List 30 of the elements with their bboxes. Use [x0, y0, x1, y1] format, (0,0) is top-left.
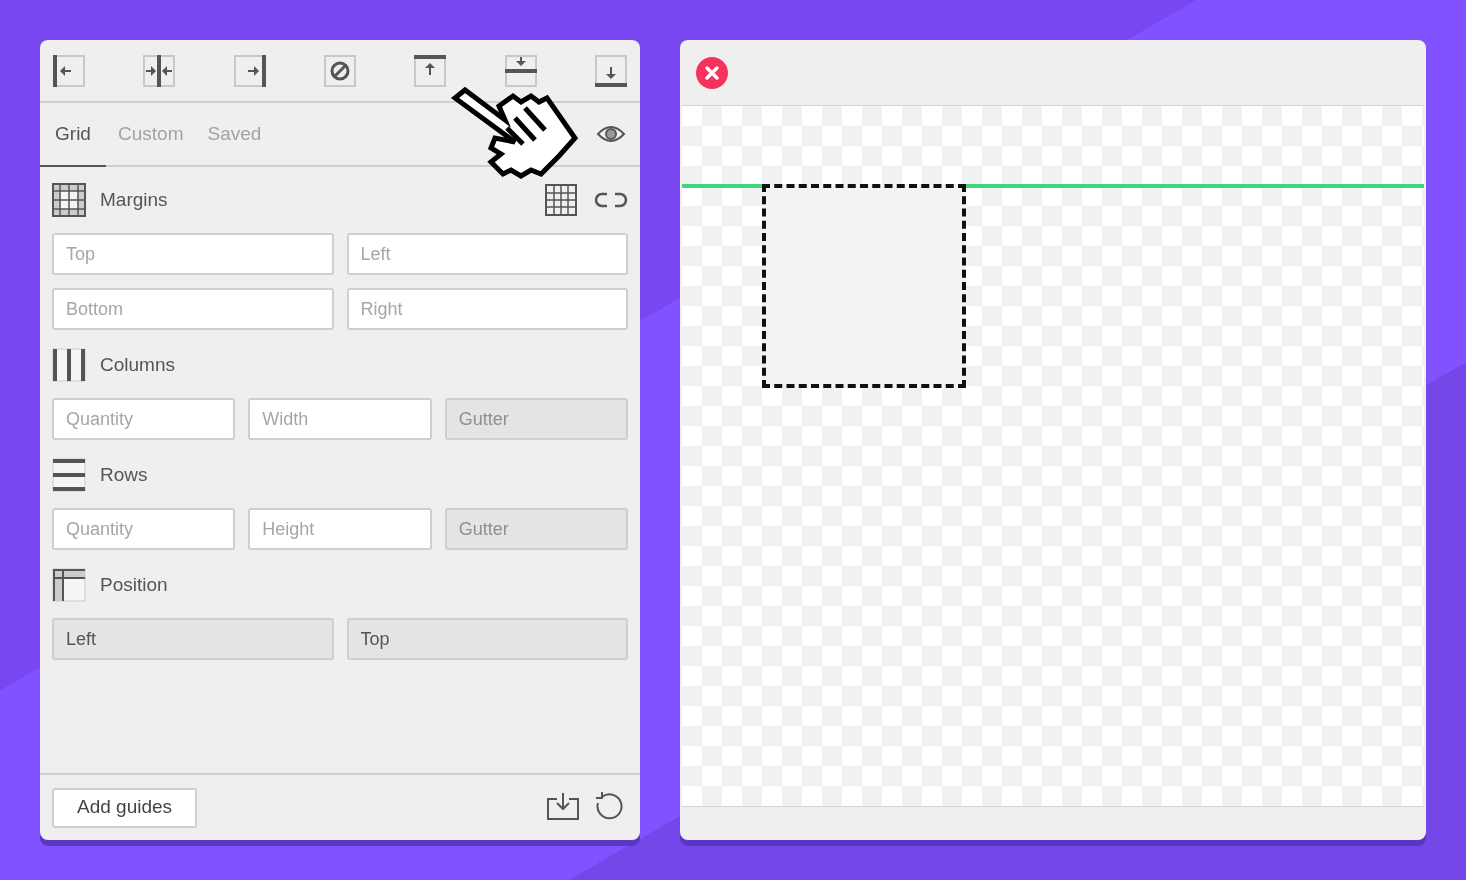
input-field[interactable]: Bottom [52, 288, 334, 330]
add-guides-button[interactable]: Add guides [52, 787, 198, 828]
input-field[interactable]: Width [248, 398, 432, 440]
section-title: Margins [100, 187, 168, 212]
position-icon [52, 568, 86, 602]
input-field[interactable]: Left [346, 233, 628, 275]
section-title: Position [100, 572, 168, 597]
input-field[interactable]: Quantity [52, 398, 236, 440]
rows-icon [52, 458, 86, 492]
selection-rectangle[interactable] [762, 184, 966, 388]
input-field[interactable]: Right [346, 288, 628, 330]
align-top-icon[interactable] [413, 53, 448, 88]
columns-icon [52, 348, 86, 382]
align-right-icon[interactable] [232, 53, 267, 88]
margins-grid-icon [52, 183, 86, 217]
input-field[interactable]: Quantity [52, 508, 236, 550]
align-center-icon[interactable] [142, 53, 177, 88]
input-field[interactable]: Top [52, 233, 334, 275]
align-left-icon[interactable] [52, 53, 86, 88]
section-title: Columns [100, 352, 175, 377]
grid-icon[interactable] [544, 183, 578, 217]
input-field[interactable]: Height [248, 508, 432, 550]
eye-icon[interactable] [596, 124, 626, 144]
tab[interactable]: Grid [40, 103, 106, 167]
align-bottom-icon[interactable] [593, 53, 628, 88]
unlink-icon[interactable] [594, 190, 628, 210]
prohibited-icon[interactable] [323, 53, 357, 88]
section-title: Rows [100, 462, 148, 487]
align-middle-icon[interactable] [503, 53, 538, 88]
close-icon[interactable] [696, 56, 728, 89]
